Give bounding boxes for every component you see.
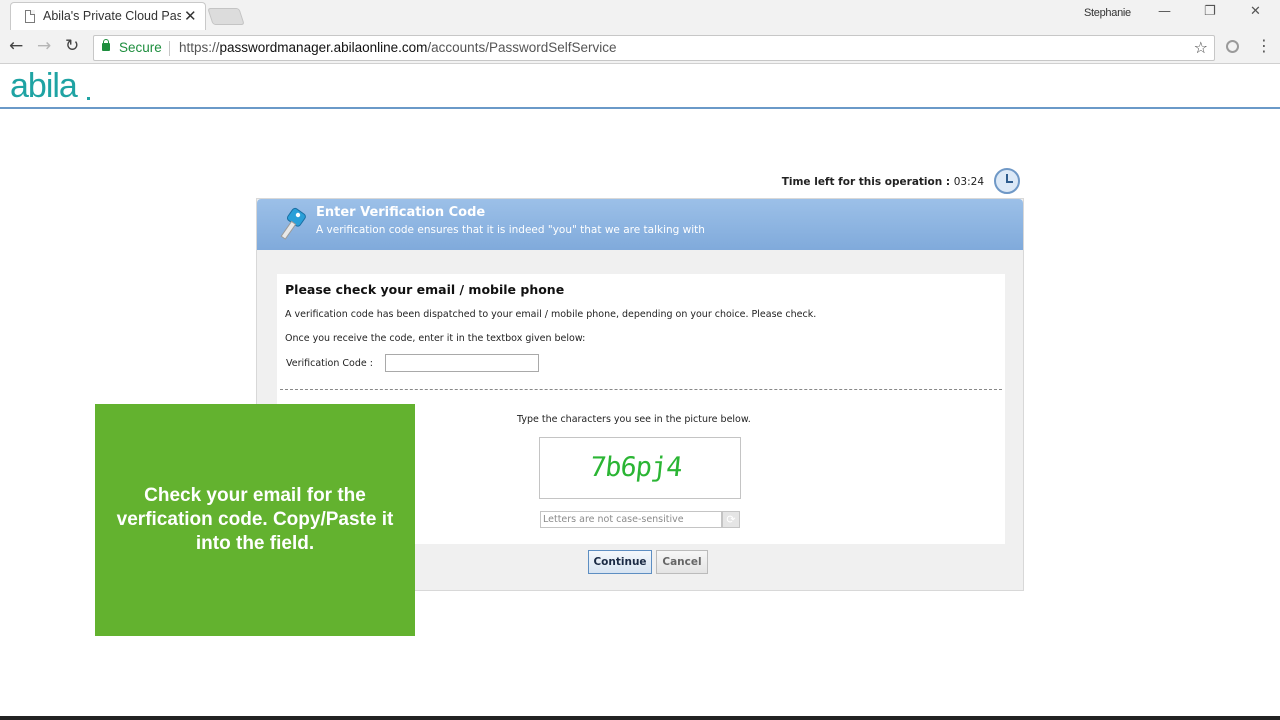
secure-label: Secure xyxy=(119,40,162,55)
verification-code-input[interactable] xyxy=(385,354,539,372)
forward-icon[interactable]: → xyxy=(37,36,51,56)
captcha-instruction: Type the characters you see in the pictu… xyxy=(517,414,751,425)
time-left: Time left for this operation : 03:24 xyxy=(750,176,984,188)
back-icon[interactable]: ← xyxy=(9,36,23,56)
continue-button[interactable]: Continue xyxy=(588,550,652,574)
url-path: /accounts/PasswordSelfService xyxy=(427,40,617,55)
url-host: passwordmanager.abilaonline.com xyxy=(219,40,428,55)
bookmark-star-icon[interactable]: ☆ xyxy=(1194,38,1208,57)
instruction-line-2: Once you receive the code, enter it in t… xyxy=(285,333,586,344)
browser-tab[interactable]: Abila's Private Cloud Pas ✕ xyxy=(10,2,206,30)
browser-menu-icon[interactable]: ⋮ xyxy=(1256,36,1272,55)
new-tab-button[interactable] xyxy=(207,8,245,25)
key-icon xyxy=(280,207,306,240)
captcha-image: 7b6pj4 xyxy=(539,437,741,499)
panel-title: Enter Verification Code xyxy=(316,205,486,220)
reload-icon[interactable]: ↻ xyxy=(65,36,79,56)
instruction-line-1: A verification code has been dispatched … xyxy=(285,309,817,320)
tab-strip: Abila's Private Cloud Pas ✕ Stephanie — … xyxy=(0,0,1280,32)
captcha-refresh-icon[interactable]: ⟳ xyxy=(722,511,740,528)
captcha-input[interactable]: Letters are not case-sensitive xyxy=(540,511,722,528)
tab-close-icon[interactable]: ✕ xyxy=(184,7,197,25)
tab-title: Abila's Private Cloud Pas xyxy=(43,9,181,23)
extension-icon[interactable] xyxy=(1226,40,1239,53)
divider xyxy=(280,389,1002,390)
lock-icon xyxy=(102,39,110,51)
bottom-border xyxy=(0,716,1280,720)
verification-code-label: Verification Code : xyxy=(286,358,373,369)
abila-logo[interactable]: abila xyxy=(10,67,78,106)
cancel-button[interactable]: Cancel xyxy=(656,550,708,574)
logo-dot xyxy=(87,97,90,100)
minimize-icon[interactable]: — xyxy=(1158,4,1171,19)
card-heading: Please check your email / mobile phone xyxy=(285,282,565,297)
restore-icon[interactable]: ❐ xyxy=(1204,4,1216,19)
instruction-callout: Check your email for the verfication cod… xyxy=(95,404,415,636)
url-scheme: https:// xyxy=(179,40,220,55)
address-separator xyxy=(169,41,170,56)
panel-header: Enter Verification Code A verification c… xyxy=(257,199,1023,250)
browser-toolbar: ← → ↻ Secure https://passwordmanager.abi… xyxy=(0,32,1280,64)
callout-text: Check your email for the verfication cod… xyxy=(116,485,394,554)
page-icon xyxy=(25,10,35,23)
close-window-icon[interactable]: ✕ xyxy=(1250,4,1261,19)
panel-subtitle: A verification code ensures that it is i… xyxy=(316,224,705,236)
captcha-characters: 7b6pj4 xyxy=(588,452,684,483)
clock-icon xyxy=(994,168,1020,194)
time-left-value: 03:24 xyxy=(953,176,984,188)
site-header: abila xyxy=(0,65,1280,109)
address-bar[interactable]: Secure https://passwordmanager.abilaonli… xyxy=(93,35,1215,61)
time-left-label: Time left for this operation : xyxy=(781,176,951,188)
profile-name[interactable]: Stephanie xyxy=(1084,7,1131,19)
url-text[interactable]: https://passwordmanager.abilaonline.com/… xyxy=(179,40,617,55)
